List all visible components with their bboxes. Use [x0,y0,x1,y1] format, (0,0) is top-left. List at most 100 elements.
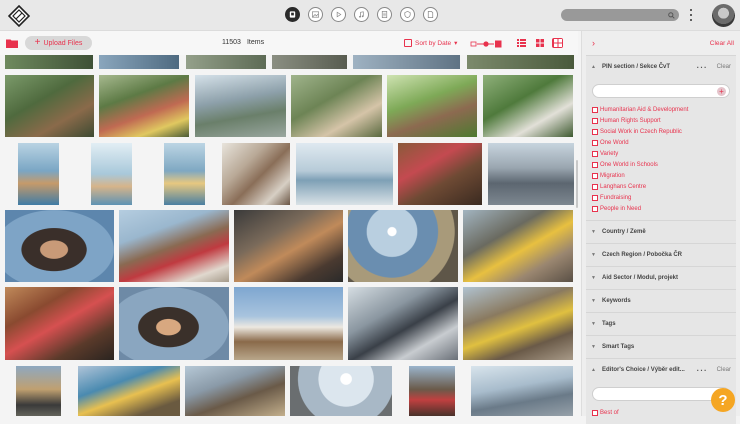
sort-dropdown[interactable]: Sort by Date ▾ [404,39,457,47]
asset-thumbnail[interactable] [463,210,573,282]
filter-section-header[interactable]: ▼ Tags [586,313,736,335]
filter-option[interactable]: People in Need [592,203,730,214]
asset-thumbnail[interactable] [222,143,290,205]
checkbox[interactable] [592,139,598,146]
image-icon[interactable] [308,7,323,22]
filter-option[interactable]: One World [592,137,730,148]
filter-section-header[interactable]: ▼ Czech Region / Pobočka ČR [586,244,736,266]
clear-section-button[interactable]: Clear [717,367,731,373]
clear-section-button[interactable]: Clear [717,64,731,70]
asset-thumbnail[interactable] [5,210,114,282]
filter-option[interactable]: Variety [592,148,730,159]
asset-thumbnail[interactable] [463,287,573,360]
dashboard-icon[interactable] [285,7,300,22]
audio-icon[interactable] [354,7,369,22]
filter-section-title: Editor's Choice / Výběr edit... [602,367,685,373]
small-grid-icon[interactable] [534,38,545,48]
asset-thumbnail[interactable] [119,210,229,282]
add-icon[interactable]: + [717,86,726,96]
filter-option[interactable]: One World in Schools [592,159,730,170]
filter-section-czech-region: ▼ Czech Region / Pobočka ČR [586,243,736,266]
filter-section-header[interactable]: ▼ Keywords [586,290,736,312]
checkbox[interactable] [592,205,598,212]
asset-thumbnail[interactable] [483,75,573,137]
asset-thumbnail[interactable] [5,55,93,69]
thumbnail-size-slider[interactable] [470,40,502,48]
more-options-icon[interactable]: ··· [697,366,708,375]
asset-thumbnail[interactable] [398,143,482,205]
filter-section-header[interactable]: ▲ Editor's Choice / Výběr edit... ··· Cl… [586,359,736,381]
asset-thumbnail[interactable] [353,55,460,69]
grid-scrollbar[interactable] [576,160,578,208]
document-icon[interactable] [377,7,392,22]
folder-icon[interactable] [6,38,18,48]
chevron-right-icon[interactable]: › [592,38,595,48]
asset-thumbnail[interactable] [272,55,347,69]
asset-thumbnail[interactable] [488,143,574,205]
video-icon[interactable] [331,7,346,22]
asset-thumbnail[interactable] [119,287,229,360]
asset-thumbnail[interactable] [164,143,205,205]
asset-thumbnail[interactable] [471,366,573,416]
checkbox[interactable] [592,172,598,179]
file-icon[interactable] [423,7,438,22]
checkbox[interactable] [592,161,598,168]
large-grid-icon[interactable] [552,38,563,48]
avatar[interactable] [712,4,735,27]
filter-section-header[interactable]: ▼ Aid Sector / Modul, projekt [586,267,736,289]
upload-files-button[interactable]: + Upload Files [25,36,92,50]
checkbox[interactable] [592,409,598,416]
filter-option[interactable]: Migration [592,170,730,181]
filter-section-header[interactable]: ▲ PIN section / Sekce ČvT ··· Clear [586,56,736,78]
clear-all-button[interactable]: Clear All [710,40,734,47]
asset-thumbnail[interactable] [18,143,59,205]
checkbox[interactable] [592,106,598,113]
asset-thumbnail[interactable] [348,287,458,360]
search-input[interactable] [561,9,679,21]
filter-option[interactable]: Human Rights Support [592,115,730,126]
asset-thumbnail[interactable] [290,366,392,416]
filter-search-input[interactable]: + [592,387,730,401]
asset-thumbnail[interactable] [234,210,343,282]
top-bar [0,0,740,31]
asset-thumbnail[interactable] [99,55,179,69]
shield-icon[interactable] [400,7,415,22]
asset-thumbnail[interactable] [348,210,458,282]
asset-thumbnail[interactable] [16,366,61,416]
asset-thumbnail[interactable] [387,75,477,137]
checkbox[interactable] [592,117,598,124]
filter-option[interactable]: Langhans Centre [592,181,730,192]
filter-option[interactable]: Fundraising [592,192,730,203]
asset-thumbnail[interactable] [78,366,180,416]
checkbox[interactable] [592,150,598,157]
checkbox[interactable] [592,194,598,201]
list-view-icon[interactable] [516,38,527,48]
filter-section-title: Czech Region / Pobočka ČR [602,252,683,258]
asset-thumbnail[interactable] [296,143,393,205]
filter-option[interactable]: Best of [592,407,730,418]
asset-thumbnail[interactable] [5,75,94,137]
asset-thumbnail[interactable] [5,287,114,360]
asset-thumbnail[interactable] [99,75,189,137]
filter-option[interactable]: Humanitarian Aid & Development [592,104,730,115]
asset-thumbnail[interactable] [234,287,343,360]
asset-thumbnail[interactable] [186,55,266,69]
asset-thumbnail[interactable] [291,75,382,137]
filter-section-header[interactable]: ▼ Country / Země [586,221,736,243]
asset-thumbnail[interactable] [467,55,574,69]
asset-thumbnail[interactable] [185,366,285,416]
filter-option[interactable]: Social Work in Czech Republic [592,126,730,137]
help-button[interactable]: ? [711,388,735,412]
more-menu-icon[interactable] [689,9,693,21]
plus-icon: + [34,37,41,48]
filter-search-input[interactable]: + [592,84,730,98]
checkbox[interactable] [592,183,598,190]
brand-logo[interactable] [8,5,30,27]
asset-thumbnail[interactable] [91,143,132,205]
asset-thumbnail[interactable] [409,366,455,416]
more-options-icon[interactable]: ··· [697,63,708,72]
caret-down-icon: ▼ [591,321,596,327]
asset-thumbnail[interactable] [195,75,286,137]
filter-section-header[interactable]: ▼ Smart Tags [586,336,736,358]
checkbox[interactable] [592,128,598,135]
